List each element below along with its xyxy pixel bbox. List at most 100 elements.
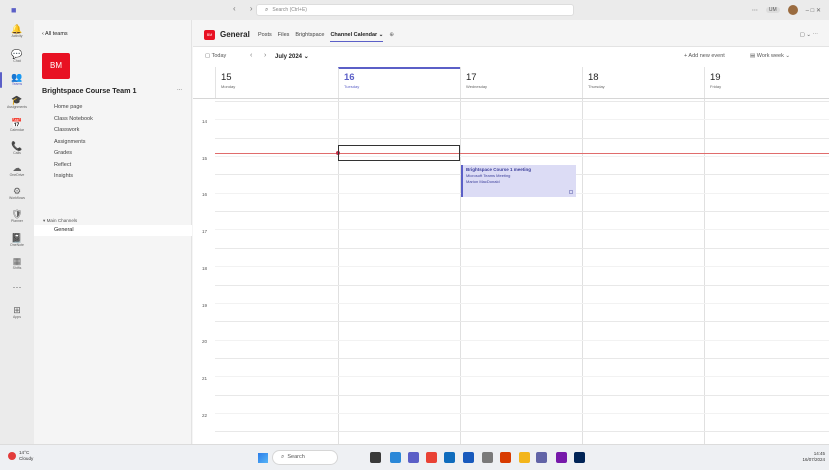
window-buttons[interactable]: – □ ✕	[806, 7, 821, 14]
chrome-icon[interactable]	[426, 452, 437, 463]
rail-item-onenote[interactable]: 📓 OneNote	[0, 233, 34, 248]
calendar-body[interactable]: Brightspace Course 1 meeting Microsoft T…	[193, 99, 829, 444]
onenote-icon[interactable]	[556, 452, 567, 463]
rail-item-calendar[interactable]: 📅 Calendar	[0, 118, 34, 133]
rail-item-activity[interactable]: 🔔 Activity	[0, 24, 34, 39]
start-button-icon[interactable]	[258, 453, 268, 463]
office-icon[interactable]	[500, 452, 511, 463]
rail-item-assignments[interactable]: 🎓 Assignments	[0, 95, 34, 110]
rail-item-apps[interactable]: ⊞ Apps	[0, 305, 34, 320]
powershell-icon[interactable]	[574, 452, 585, 463]
weather-widget[interactable]: 14°C Cloudy	[8, 450, 33, 462]
apps-icon: ⊞	[13, 305, 21, 315]
system-clock[interactable]: 14:45 16/07/2024	[802, 451, 825, 463]
month-picker[interactable]: July 2024 ⌄	[275, 53, 309, 60]
day-header-friday[interactable]: 19 Friday	[704, 67, 829, 98]
event-organizer: Marion MacDonald	[466, 179, 500, 184]
rail-label: Activity	[11, 34, 23, 38]
shifts-icon: ▦	[12, 256, 22, 266]
rail-item-more[interactable]: ⋯	[0, 282, 34, 292]
channel-tabs: Posts Files Brightspace Channel Calendar ⌄ ⊕	[258, 32, 394, 42]
rail-item-planner[interactable]: 🛡 Planner	[0, 209, 34, 224]
day-header-thursday[interactable]: 18 Thursday	[582, 67, 704, 98]
workflows-icon: ⚙	[12, 186, 22, 196]
day-divider	[582, 99, 583, 444]
onedrive-icon: ☁	[12, 163, 22, 173]
team-nav-list: Home page Class Notebook Classwork Assignme…	[54, 102, 93, 183]
main-channels-header[interactable]: ▾ Main Channels	[43, 218, 77, 224]
all-teams-link[interactable]: ‹ All teams	[42, 31, 68, 37]
avatar[interactable]	[787, 5, 798, 15]
rail-item-chat[interactable]: 💬 Chat	[0, 49, 34, 64]
hour-label: 15	[202, 156, 208, 161]
day-header-wednesday[interactable]: 17 Wednesday	[460, 67, 582, 98]
hour-label: 18	[202, 266, 208, 271]
team-nav-insights[interactable]: Insights	[54, 171, 93, 183]
tab-channel-calendar[interactable]: Channel Calendar ⌄	[330, 32, 384, 42]
day-name: Wednesday	[466, 84, 488, 89]
settings-icon[interactable]	[482, 452, 493, 463]
org-badge[interactable]: UM	[765, 7, 780, 13]
taskbar: 14°C Cloudy ⌕ Search 14:45 16/07/2024	[0, 444, 829, 470]
tab-posts[interactable]: Posts	[258, 32, 272, 42]
weather-icon	[8, 452, 16, 460]
taskbar-search[interactable]: ⌕ Search	[272, 450, 338, 465]
history-nav[interactable]: ‹ ›	[233, 4, 259, 13]
rail-label: Calendar	[9, 128, 25, 132]
hour-label: 20	[202, 339, 208, 344]
calendar-event[interactable]: Brightspace Course 1 meeting Microsoft T…	[461, 165, 576, 197]
team-nav-class-notebook[interactable]: Class Notebook	[54, 114, 93, 126]
day-header-monday[interactable]: 15 Monday	[215, 67, 338, 98]
edge-icon[interactable]	[390, 452, 401, 463]
day-header-tuesday[interactable]: 16 Tuesday	[338, 67, 460, 98]
grid-line	[215, 321, 829, 322]
file-explorer-icon[interactable]	[370, 452, 381, 463]
mail-icon[interactable]	[519, 452, 530, 463]
day-number: 19	[710, 72, 721, 83]
grid-line	[215, 395, 829, 396]
hour-label: 21	[202, 376, 208, 381]
team-nav-assignments[interactable]: Assignments	[54, 137, 93, 149]
channel-header-controls[interactable]: ▢ ⌄ ⋯	[800, 32, 818, 38]
rail-item-workflows[interactable]: ⚙ Workflows	[0, 186, 34, 201]
day-number: 15	[221, 72, 232, 83]
teams-classic-icon[interactable]	[536, 452, 547, 463]
rail-item-onedrive[interactable]: ☁ OneDrive	[0, 163, 34, 178]
team-more-button[interactable]: ...	[177, 86, 182, 92]
hour-label: 22	[202, 413, 208, 418]
add-event-button[interactable]: + Add new event	[684, 53, 725, 59]
day-divider	[460, 99, 461, 444]
next-week-button[interactable]: ›	[264, 52, 266, 59]
word-icon[interactable]	[463, 452, 474, 463]
rail-item-shifts[interactable]: ▦ Shifts	[0, 256, 34, 271]
tab-files[interactable]: Files	[278, 32, 290, 42]
selected-time-slot[interactable]	[338, 145, 460, 161]
search-placeholder: Search (Ctrl+E)	[272, 7, 307, 13]
team-nav-grades[interactable]: Grades	[54, 148, 93, 160]
day-name: Monday	[221, 84, 236, 89]
view-switcher[interactable]: ▤ Work week ⌄	[750, 53, 790, 59]
today-button[interactable]: ▢ Today	[205, 53, 226, 59]
search-input[interactable]: ⌕ Search (Ctrl+E)	[256, 4, 574, 16]
chat-icon: 💬	[11, 49, 23, 59]
add-tab-button[interactable]: ⊕	[389, 32, 394, 42]
team-nav-reflect[interactable]: Reflect	[54, 160, 93, 172]
grid-line	[215, 413, 829, 414]
teams-icon[interactable]	[408, 452, 419, 463]
team-nav-classwork[interactable]: Classwork	[54, 125, 93, 137]
settings-more-button[interactable]: ⋯	[752, 7, 758, 14]
team-name[interactable]: Brightspace Course Team 1	[42, 86, 137, 95]
channel-item-general[interactable]: General	[34, 225, 192, 236]
prev-week-button[interactable]: ‹	[250, 52, 252, 59]
grid-line	[215, 431, 829, 432]
tab-brightspace[interactable]: Brightspace	[295, 32, 324, 42]
outlook-icon[interactable]	[444, 452, 455, 463]
calls-icon: 📞	[11, 141, 23, 151]
rail-label: Planner	[10, 219, 24, 223]
team-nav-home-page[interactable]: Home page	[54, 102, 93, 114]
rail-item-teams[interactable]: 👥 Teams	[0, 72, 34, 88]
grid-line	[215, 211, 829, 212]
team-avatar: BM	[42, 53, 70, 79]
rail-item-calls[interactable]: 📞 Calls	[0, 141, 34, 156]
calendar-toolbar: ▢ Today ‹ › July 2024 ⌄ + Add new event …	[193, 47, 829, 67]
